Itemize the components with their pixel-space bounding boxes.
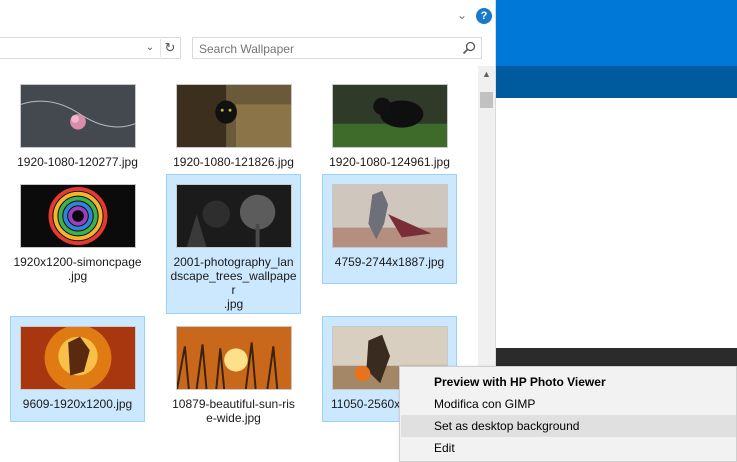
file-tile[interactable]: 1920-1080-120277.jpg <box>10 74 145 184</box>
file-name: 4759-2744x1887.jpg <box>334 255 445 269</box>
ribbon-bar: ⌄ ? <box>0 0 495 32</box>
address-dropdown-chevron-icon[interactable]: ⌄ <box>143 40 157 56</box>
file-tile[interactable]: 1920x1200-simoncpage .jpg <box>10 174 145 302</box>
rose-photo-thumbnail <box>20 84 136 148</box>
file-name: 2001-photography_lan dscape_trees_wallpa… <box>169 255 298 311</box>
scroll-up-arrow-icon[interactable]: ▲ <box>478 66 495 83</box>
file-name-line: 1920x1200-simoncpage <box>13 255 142 269</box>
scroll-thumb[interactable] <box>480 92 493 108</box>
context-menu: Preview with HP Photo Viewer Modifica co… <box>399 366 737 462</box>
menu-item-edit-with-gimp[interactable]: Modifica con GIMP <box>401 393 736 415</box>
file-name-line: 2001-photography_lan <box>173 255 294 269</box>
color-wheel-photo-thumbnail <box>20 184 136 248</box>
file-tile[interactable]: 10879-beautiful-sun-ris e-wide.jpg <box>166 316 301 436</box>
file-tile-selected[interactable]: 4759-2744x1887.jpg <box>322 174 457 284</box>
file-name: 1920-1080-120277.jpg <box>17 155 138 169</box>
menu-item-preview-hp-photo-viewer[interactable]: Preview with HP Photo Viewer <box>401 371 736 393</box>
file-name-line: .jpg <box>67 269 88 283</box>
menu-item-edit[interactable]: Edit <box>401 437 736 459</box>
file-tile-selected[interactable]: 9609-1920x1200.jpg <box>10 316 145 422</box>
file-name: 1920x1200-simoncpage .jpg <box>13 255 142 283</box>
refresh-button[interactable]: ↻ <box>160 39 179 57</box>
search-input[interactable] <box>199 41 449 56</box>
robot-warrior-photo-thumbnail <box>332 184 448 248</box>
address-bar[interactable]: ⌄ ↻ <box>0 37 181 59</box>
black-cat-grass-photo-thumbnail <box>332 84 448 148</box>
file-tile[interactable]: 1920-1080-124961.jpg <box>322 74 457 184</box>
sunrise-wheat-photo-thumbnail <box>176 326 292 390</box>
ribbon-expand-chevron-icon[interactable]: ⌄ <box>455 8 469 22</box>
trees-bw-photo-thumbnail <box>176 184 292 248</box>
file-name: 1920-1080-124961.jpg <box>329 155 450 169</box>
background-window-header <box>496 0 737 66</box>
file-name-line: .jpg <box>223 297 244 311</box>
file-name: 10879-beautiful-sun-ris e-wide.jpg <box>169 397 298 425</box>
file-name-line: e-wide.jpg <box>206 411 261 425</box>
fire-warrior-photo-thumbnail <box>20 326 136 390</box>
file-tile-selected[interactable]: 2001-photography_lan dscape_trees_wallpa… <box>166 174 301 314</box>
file-name-line: dscape_trees_wallpaper <box>170 269 297 297</box>
black-cat-photo-thumbnail <box>176 84 292 148</box>
help-icon[interactable]: ? <box>476 8 492 24</box>
search-box[interactable] <box>192 37 482 59</box>
menu-item-set-desktop-background[interactable]: Set as desktop background <box>401 415 736 437</box>
search-icon[interactable] <box>461 40 477 56</box>
file-name: 1920-1080-121826.jpg <box>173 155 294 169</box>
background-window-toolbar <box>496 66 737 98</box>
file-tile[interactable]: 1920-1080-121826.jpg <box>166 74 301 184</box>
file-name-line: 10879-beautiful-sun-ris <box>172 397 295 411</box>
file-name: 9609-1920x1200.jpg <box>22 397 133 411</box>
